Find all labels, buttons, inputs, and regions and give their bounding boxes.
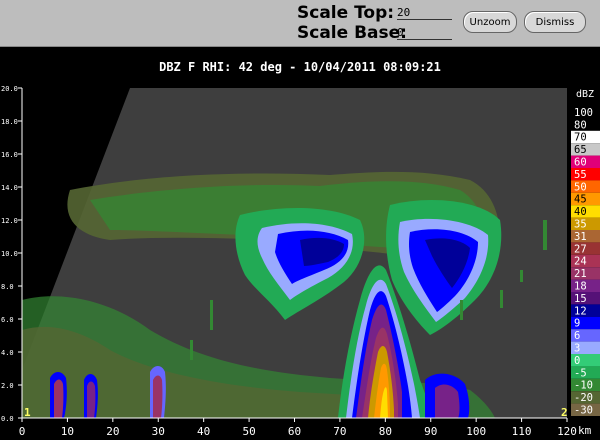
colorbar-label: 70 xyxy=(574,132,587,144)
y-tick-label: 8.0 xyxy=(1,283,14,291)
x-tick-label: 20 xyxy=(106,425,119,438)
x-tick-label: 120 xyxy=(557,425,577,438)
y-axis: 0.0 2.0 4.0 6.0 8.0 10.0 12.0 14.0 16.0 18.0 20.0 xyxy=(1,85,22,423)
y-tick-label: 16.0 xyxy=(1,151,18,159)
colorbar-label: 40 xyxy=(574,206,587,218)
y-tick-label: 20.0 xyxy=(1,85,18,93)
x-tick-label: 40 xyxy=(197,425,210,438)
x-tick-label: 30 xyxy=(152,425,165,438)
y-tick-label: 2.0 xyxy=(1,382,14,390)
x-tick-label: 100 xyxy=(466,425,486,438)
unzoom-button[interactable]: Unzoom xyxy=(463,11,517,33)
colorbar-label: 50 xyxy=(574,181,587,193)
colorbar-label: 31 xyxy=(574,231,587,243)
colorbar-label: 3 xyxy=(574,343,580,355)
scale-base-input[interactable] xyxy=(397,25,452,40)
x-tick-label: 10 xyxy=(61,425,74,438)
x-tick-label: 50 xyxy=(242,425,255,438)
colorbar-label: 9 xyxy=(574,318,580,330)
colorbar: 100807065605550454035312724211815129630-… xyxy=(571,106,600,417)
scale-top-input[interactable] xyxy=(397,5,452,20)
colorbar-label: 0 xyxy=(574,355,580,367)
x-axis-unit: km xyxy=(578,424,592,437)
colorbar-label: -30 xyxy=(574,405,593,417)
colorbar-label: 27 xyxy=(574,243,587,255)
colorbar-unit: dBZ xyxy=(576,89,594,100)
corner-marker-right: 2 xyxy=(561,406,568,419)
colorbar-label: -20 xyxy=(574,392,593,404)
colorbar-label: 55 xyxy=(574,169,587,181)
y-tick-label: 0.0 xyxy=(1,415,14,423)
scale-base-label: Scale Base: xyxy=(297,23,407,43)
colorbar-label: 60 xyxy=(574,157,587,169)
colorbar-label: -5 xyxy=(574,367,587,379)
colorbar-label: 35 xyxy=(574,219,587,231)
colorbar-label: 18 xyxy=(574,281,587,293)
colorbar-label: 12 xyxy=(574,305,587,317)
y-tick-label: 10.0 xyxy=(1,250,18,258)
scale-base-row: Scale Base: xyxy=(297,23,452,43)
colorbar-label: 15 xyxy=(574,293,587,305)
colorbar-label: 45 xyxy=(574,194,587,206)
x-tick-label: 70 xyxy=(333,425,346,438)
y-tick-label: 12.0 xyxy=(1,217,18,225)
x-axis: 0 10 20 30 40 50 60 70 80 90 100 110 120 xyxy=(19,418,577,438)
x-tick-label: 90 xyxy=(424,425,437,438)
corner-marker-left: 1 xyxy=(24,406,31,419)
colorbar-label: 24 xyxy=(574,256,587,268)
scale-top-label: Scale Top: xyxy=(297,3,395,23)
colorbar-label: 21 xyxy=(574,268,587,280)
colorbar-label: 100 xyxy=(574,107,593,119)
x-tick-label: 80 xyxy=(379,425,392,438)
x-tick-label: 110 xyxy=(512,425,532,438)
y-tick-label: 6.0 xyxy=(1,316,14,324)
y-tick-label: 14.0 xyxy=(1,184,18,192)
colorbar-label: 80 xyxy=(574,119,587,131)
y-tick-label: 18.0 xyxy=(1,118,18,126)
scale-top-row: Scale Top: xyxy=(297,3,452,23)
x-tick-label: 60 xyxy=(288,425,301,438)
plot-title: DBZ F RHI: 42 deg - 10/04/2011 08:09:21 xyxy=(159,60,441,74)
colorbar-label: -10 xyxy=(574,380,593,392)
dismiss-button[interactable]: Dismiss xyxy=(524,11,586,33)
x-tick-label: 0 xyxy=(19,425,26,438)
y-tick-label: 4.0 xyxy=(1,349,14,357)
radar-rhi-plot[interactable]: 0 10 20 30 40 50 60 70 80 90 100 110 120 0.02.04.06.… xyxy=(0,80,600,440)
colorbar-label: 65 xyxy=(574,144,587,156)
colorbar-label: 6 xyxy=(574,330,580,342)
control-bar: Scale Top: Scale Base: Unzoom Dismiss xyxy=(0,0,600,47)
